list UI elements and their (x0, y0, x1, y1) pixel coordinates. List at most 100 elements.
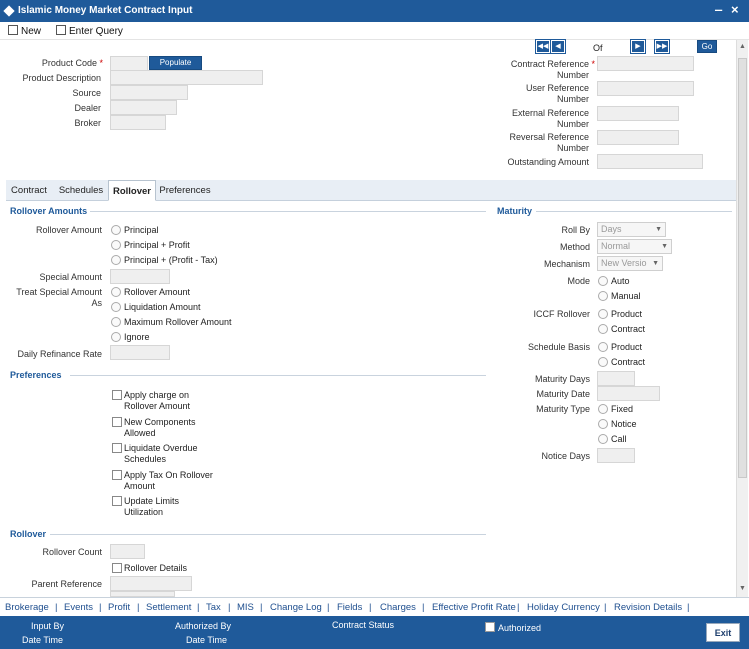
product-description-input[interactable] (110, 70, 263, 85)
external-reference-input[interactable] (597, 106, 679, 121)
daily-refinance-rate-label: Daily Refinance Rate (17, 349, 102, 359)
tab-rollover[interactable]: Rollover (108, 180, 156, 201)
minimize-button[interactable]: ‒ (715, 2, 722, 17)
link-charges[interactable]: Charges (380, 602, 416, 613)
new-document-icon (8, 25, 18, 35)
new-button[interactable]: New (8, 25, 41, 37)
mode-manual-radio[interactable] (598, 291, 608, 301)
source-input[interactable] (110, 85, 188, 100)
link-separator: | (422, 602, 425, 613)
treat-rollover-amount-radio[interactable] (111, 287, 121, 297)
tab-contract[interactable]: Contract (6, 180, 52, 201)
maturity-days-input[interactable] (597, 371, 635, 386)
user-reference-input[interactable] (597, 81, 694, 96)
link-mis[interactable]: MIS (237, 602, 254, 613)
principal-profit-radio[interactable] (111, 240, 121, 250)
method-select[interactable]: Normal ▼ (597, 239, 672, 254)
outstanding-amount-input[interactable] (597, 154, 703, 169)
schedule-product-radio[interactable] (598, 342, 608, 352)
link-separator: | (55, 602, 58, 613)
rollover-details-label: Rollover Details (124, 563, 188, 573)
iccf-product-radio[interactable] (598, 309, 608, 319)
roll-by-select[interactable]: Days ▼ (597, 222, 666, 237)
authorized-by-label: Authorized By (175, 621, 232, 631)
authorized-checkbox[interactable] (485, 622, 495, 632)
link-effective-profit-rate[interactable]: Effective Profit Rate (432, 602, 516, 613)
next-record-button[interactable]: ▶ (630, 39, 646, 54)
first-record-button[interactable]: ◀◀ (535, 39, 551, 54)
maturity-call-radio[interactable] (598, 434, 608, 444)
chevron-down-icon: ▼ (655, 226, 662, 233)
authorized-label: Authorized (498, 623, 542, 633)
last-record-button[interactable]: ▶▶ (654, 39, 670, 54)
iccf-product-label: Product (611, 309, 643, 319)
apply-charge-checkbox[interactable] (112, 390, 122, 400)
close-button[interactable]: × (731, 2, 739, 17)
link-change-log[interactable]: Change Log (270, 602, 322, 613)
scroll-up-icon[interactable]: ▲ (739, 43, 746, 50)
link-brokerage[interactable]: Brokerage (5, 602, 49, 613)
link-separator: | (327, 602, 330, 613)
link-settlement[interactable]: Settlement (146, 602, 191, 613)
schedule-basis-label: Schedule Basis (527, 342, 590, 352)
parent-reference-label: Parent Reference (31, 579, 102, 589)
populate-button[interactable]: Populate (149, 56, 202, 70)
iccf-contract-radio[interactable] (598, 324, 608, 334)
mechanism-select[interactable]: New Versio ▼ (597, 256, 663, 271)
liquidate-overdue-checkbox[interactable] (112, 443, 122, 453)
schedule-contract-radio[interactable] (598, 357, 608, 367)
link-separator: | (197, 602, 200, 613)
update-limits-checkbox[interactable] (112, 496, 122, 506)
broker-label: Broker (74, 118, 101, 128)
principal-profit-tax-option-label: Principal + (Profit - Tax) (124, 255, 218, 265)
broker-input[interactable] (110, 115, 166, 130)
notice-days-input[interactable] (597, 448, 635, 463)
tab-schedules[interactable]: Schedules (54, 180, 108, 201)
method-label: Method (559, 242, 590, 252)
scroll-thumb[interactable] (738, 58, 747, 478)
rollover-details-checkbox[interactable] (112, 563, 122, 573)
maximum-rollover-amount-radio[interactable] (111, 317, 121, 327)
new-components-label: New Components Allowed (124, 417, 196, 438)
link-fields[interactable]: Fields (337, 602, 362, 613)
input-date-time-label: Date Time (22, 635, 64, 645)
link-events[interactable]: Events (64, 602, 93, 613)
source-label: Source (72, 88, 101, 98)
principal-radio[interactable] (111, 225, 121, 235)
link-profit[interactable]: Profit (108, 602, 130, 613)
parent-reference-input[interactable] (110, 576, 192, 591)
link-holiday-currency[interactable]: Holiday Currency (527, 602, 600, 613)
tab-preferences[interactable]: Preferences (156, 180, 214, 201)
maturity-notice-radio[interactable] (598, 419, 608, 429)
principal-profit-tax-radio[interactable] (111, 255, 121, 265)
exit-button[interactable]: Exit (706, 623, 740, 642)
daily-refinance-rate-input[interactable] (110, 345, 170, 360)
update-limits-label: Update Limits Utilization (124, 496, 180, 517)
previous-record-button[interactable]: ◀ (550, 39, 566, 54)
special-amount-input[interactable] (110, 269, 170, 284)
rollover-count-input[interactable] (110, 544, 145, 559)
link-tax[interactable]: Tax (206, 602, 221, 613)
liquidation-amount-radio[interactable] (111, 302, 121, 312)
maturity-fixed-radio[interactable] (598, 404, 608, 414)
ignore-radio[interactable] (111, 332, 121, 342)
product-code-input[interactable] (110, 56, 148, 71)
maturity-call-label: Call (611, 434, 627, 444)
mode-auto-radio[interactable] (598, 276, 608, 286)
scroll-down-icon[interactable]: ▼ (739, 585, 746, 592)
nav-of-label: Of (593, 43, 603, 53)
rollover-amount-label: Rollover Amount (35, 225, 102, 235)
reversal-reference-input[interactable] (597, 130, 679, 145)
maturity-date-input[interactable] (597, 386, 660, 401)
enter-query-button[interactable]: Enter Query (56, 25, 123, 37)
link-revision-details[interactable]: Revision Details (614, 602, 682, 613)
dealer-input[interactable] (110, 100, 177, 115)
go-button[interactable]: Go (697, 40, 717, 53)
mode-manual-label: Manual (611, 291, 641, 301)
apply-tax-checkbox[interactable] (112, 470, 122, 480)
new-components-checkbox[interactable] (112, 417, 122, 427)
link-separator: | (604, 602, 607, 613)
link-separator: | (99, 602, 102, 613)
contract-reference-input[interactable] (597, 56, 694, 71)
vertical-scrollbar[interactable]: ▲ ▼ (736, 40, 748, 597)
